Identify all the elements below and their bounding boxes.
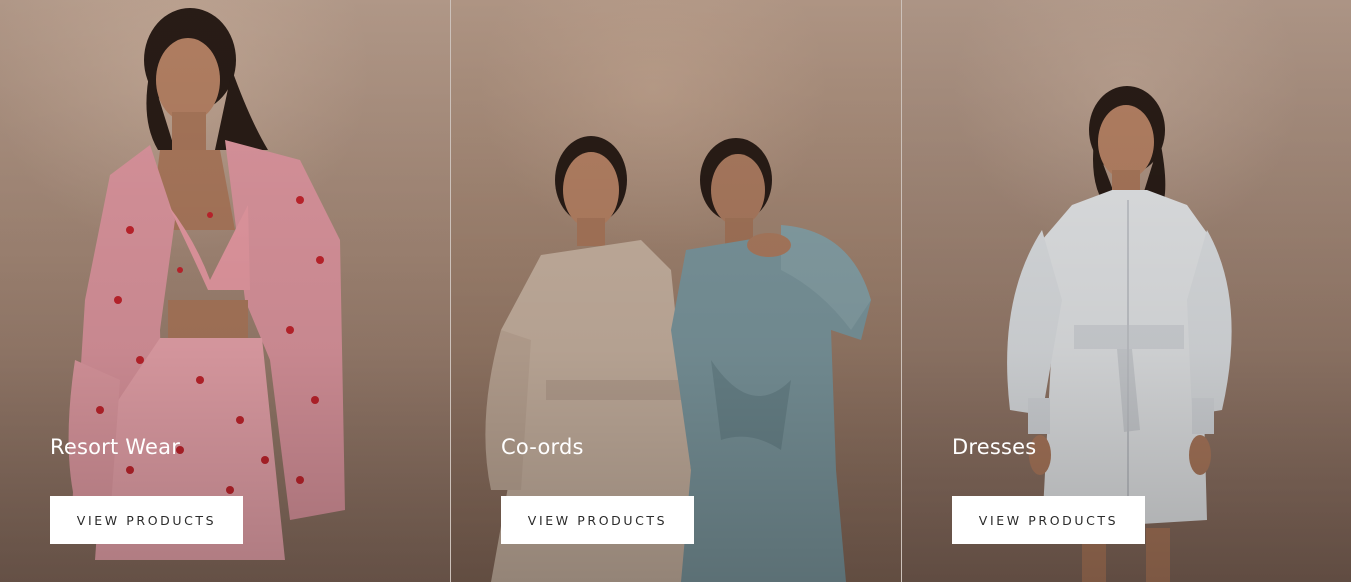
collection-card-resort-wear[interactable]: Resort Wear VIEW PRODUCTS <box>0 0 450 582</box>
collections-grid: Resort Wear VIEW PRODUCTS Co-ords VIEW P… <box>0 0 1351 582</box>
collection-card-dresses[interactable]: Dresses VIEW PRODUCTS <box>901 0 1351 582</box>
collection-title[interactable]: Dresses <box>952 432 1036 462</box>
collection-title[interactable]: Resort Wear <box>50 432 180 462</box>
view-products-button[interactable]: VIEW PRODUCTS <box>952 496 1145 544</box>
view-products-button[interactable]: VIEW PRODUCTS <box>501 496 694 544</box>
image-overlay <box>902 0 1351 582</box>
view-products-button[interactable]: VIEW PRODUCTS <box>50 496 243 544</box>
collection-card-co-ords[interactable]: Co-ords VIEW PRODUCTS <box>450 0 901 582</box>
image-overlay <box>0 0 450 582</box>
collection-title[interactable]: Co-ords <box>501 432 584 462</box>
image-overlay <box>451 0 901 582</box>
